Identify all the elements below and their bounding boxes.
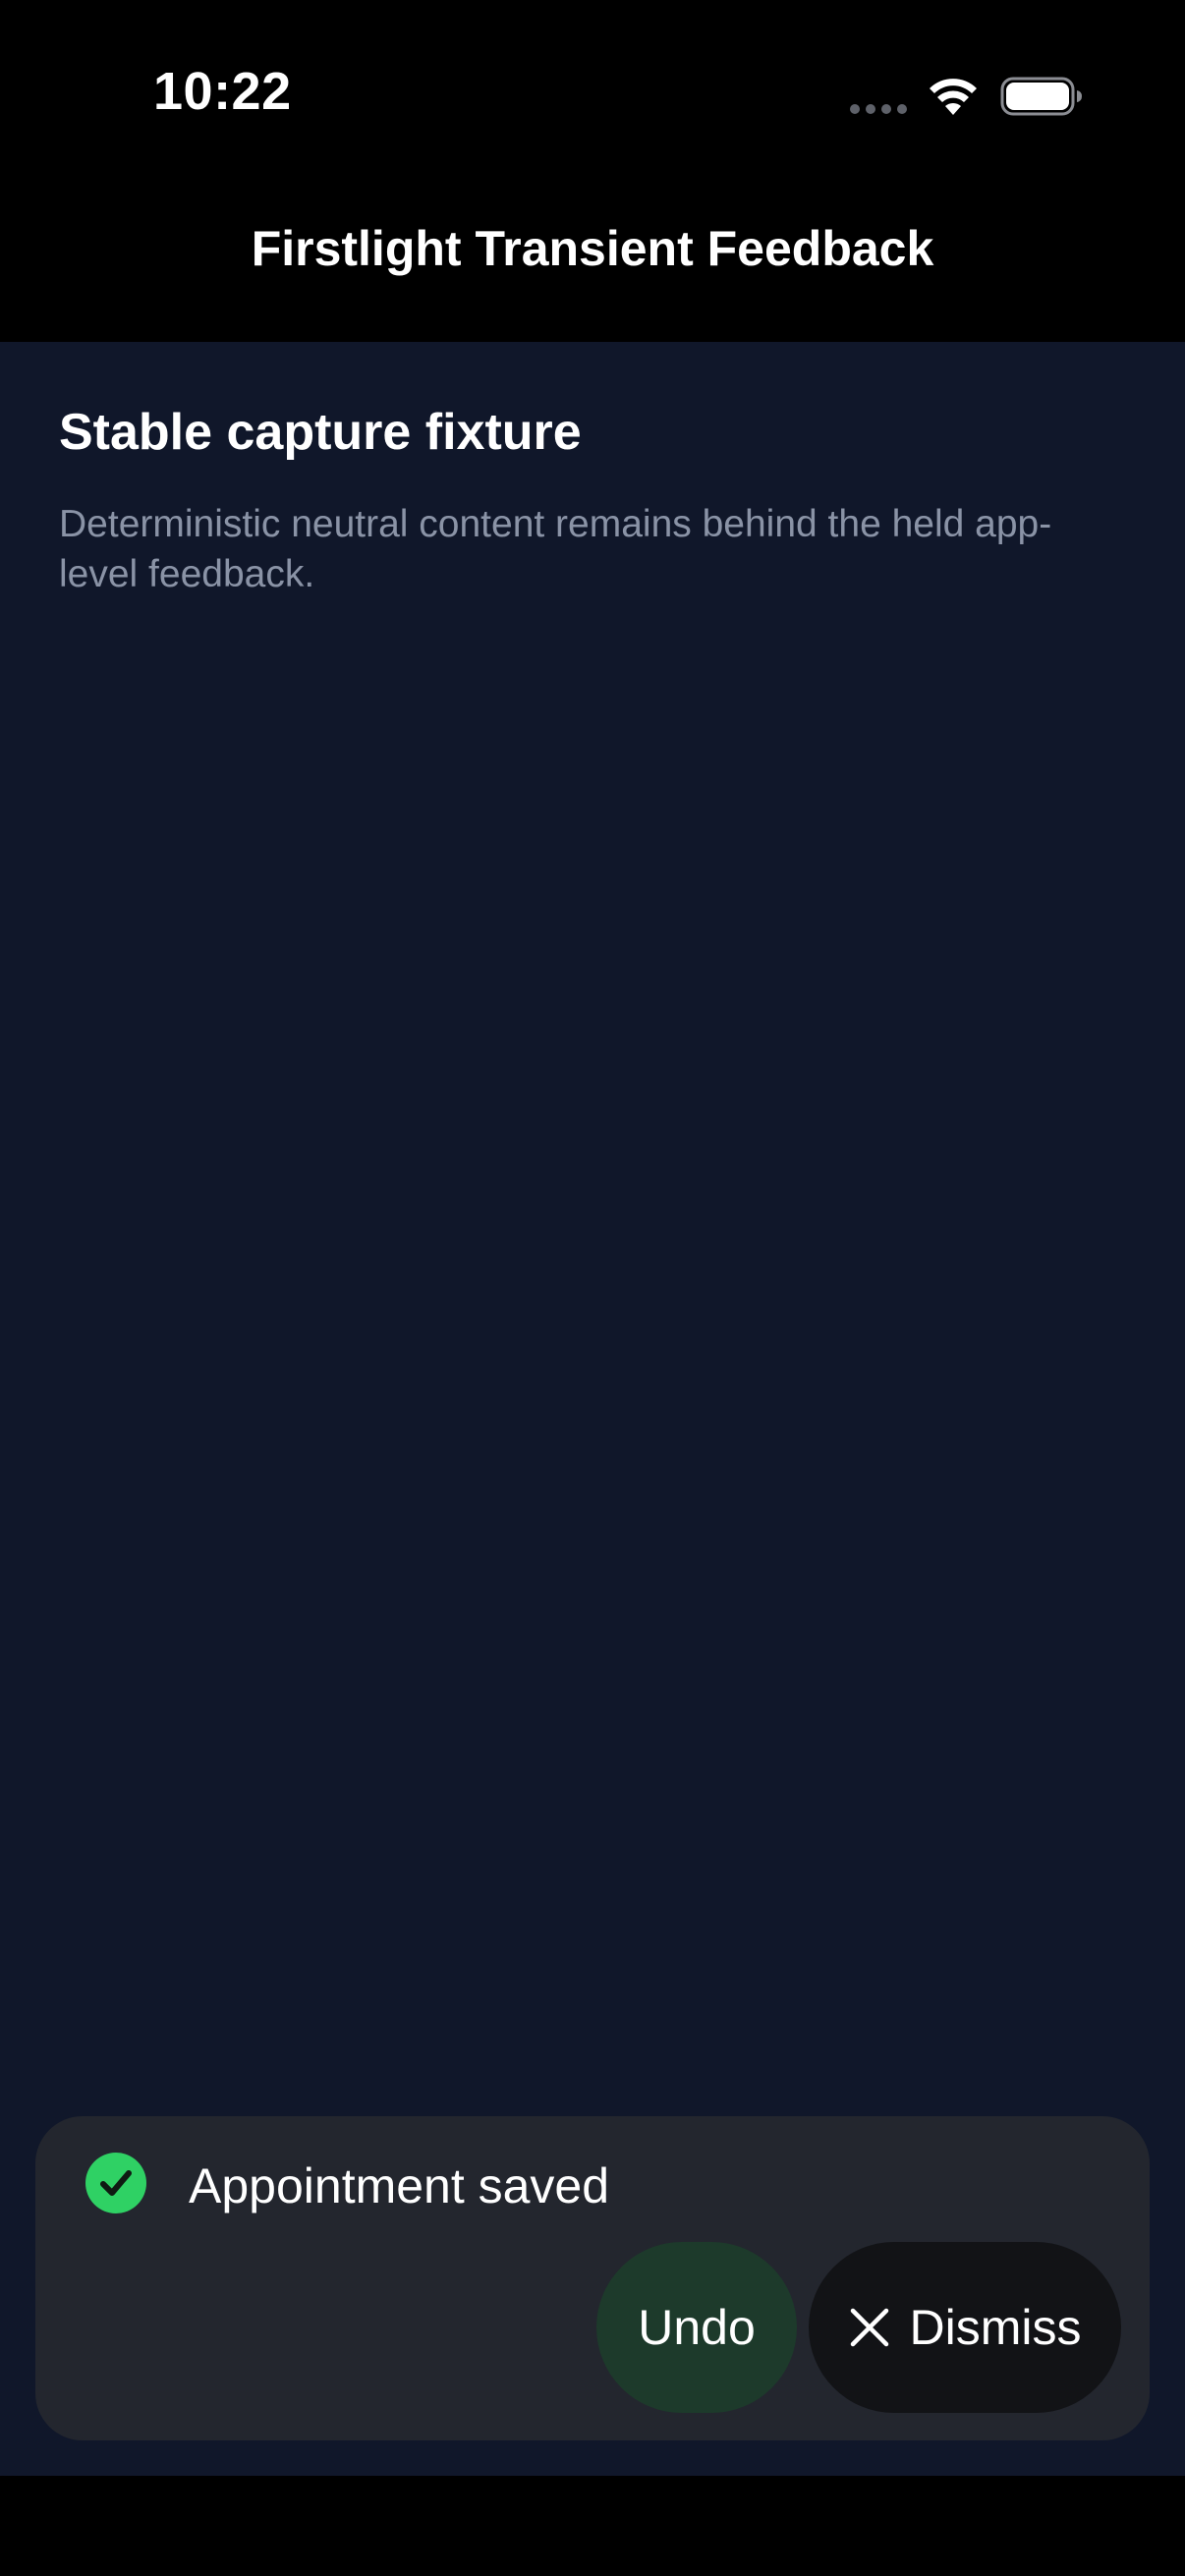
section-title: Stable capture fixture bbox=[59, 404, 582, 461]
status-bar: 10:22 bbox=[0, 0, 1185, 193]
bottom-safe-area bbox=[0, 2476, 1185, 2576]
page-title: Firstlight Transient Feedback bbox=[251, 221, 934, 276]
snackbar-toast: Appointment saved Undo Dismiss bbox=[35, 2116, 1150, 2440]
undo-button[interactable]: Undo bbox=[596, 2242, 797, 2413]
wifi-icon bbox=[930, 79, 977, 115]
undo-button-label: Undo bbox=[638, 2300, 756, 2355]
cellular-signal-icon bbox=[850, 104, 907, 114]
status-time: 10:22 bbox=[153, 62, 292, 121]
battery-icon bbox=[1000, 77, 1082, 116]
toast-message: Appointment saved bbox=[189, 2158, 610, 2213]
dismiss-button[interactable]: Dismiss bbox=[809, 2242, 1121, 2413]
dismiss-button-label: Dismiss bbox=[909, 2300, 1082, 2355]
navigation-header: Firstlight Transient Feedback bbox=[0, 193, 1185, 342]
close-icon bbox=[850, 2308, 888, 2347]
app-screen: 10:22 Firstlight Transient Feedback Stab… bbox=[0, 0, 1185, 2576]
section-description: Deterministic neutral content remains be… bbox=[59, 503, 1052, 595]
check-circle-icon bbox=[85, 2153, 146, 2213]
